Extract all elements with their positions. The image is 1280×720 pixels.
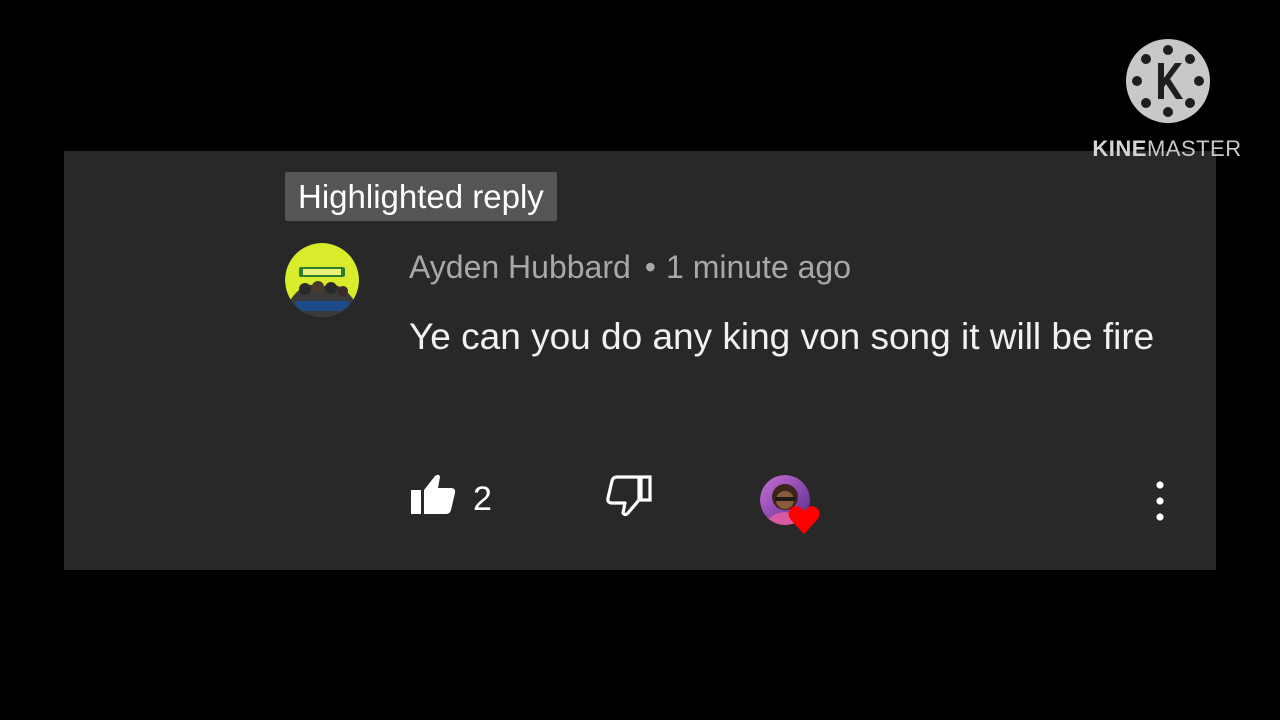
thumbs-down-icon [606, 475, 652, 517]
creator-heart[interactable] [760, 475, 824, 539]
author-name[interactable]: Ayden Hubbard [409, 249, 631, 285]
like-button[interactable] [409, 473, 459, 527]
thumbs-up-icon [411, 474, 456, 514]
meta-separator: • [644, 249, 656, 285]
more-options-button[interactable] [1145, 477, 1175, 525]
dislike-button[interactable] [605, 473, 655, 527]
like-count: 2 [473, 480, 492, 518]
kinemaster-wordmark: KINEMASTER [1092, 136, 1242, 162]
comment-actions: 2 [409, 473, 1189, 534]
wordmark-rest: MASTER [1146, 136, 1242, 161]
comment-card: Highlighted reply Ayden Hubbard • 1 minute… [64, 151, 1216, 570]
kinemaster-watermark: KINEMASTER [1092, 38, 1242, 168]
author-avatar[interactable] [285, 243, 359, 317]
wordmark-bold: KINE [1092, 136, 1147, 161]
comment-time[interactable]: 1 minute ago [666, 249, 851, 285]
comment-text: Ye can you do any king von song it will … [409, 316, 1155, 357]
kinemaster-logo-icon [1126, 39, 1210, 123]
more-vert-icon [1156, 481, 1164, 521]
heart-icon [788, 506, 820, 534]
highlighted-reply-badge: Highlighted reply [285, 172, 557, 221]
video-frame: Highlighted reply Ayden Hubbard • 1 minute… [0, 0, 1280, 720]
comment-meta: Ayden Hubbard • 1 minute ago [409, 247, 851, 287]
